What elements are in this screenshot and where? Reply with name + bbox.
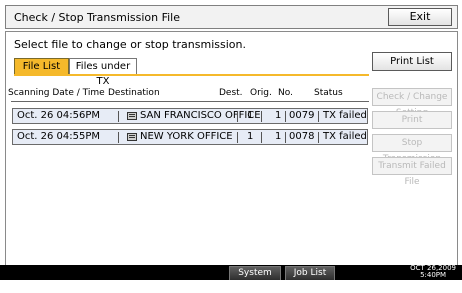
column-separator	[261, 132, 262, 143]
job-list-button[interactable]: Job List	[285, 266, 335, 280]
row-date: Oct. 26 04:56PM	[17, 110, 101, 121]
column-separator	[318, 111, 319, 122]
header-status: Status	[314, 88, 343, 98]
column-separator	[318, 132, 319, 143]
tab-files-under-tx[interactable]: Files under TX	[69, 58, 137, 87]
row-destination: NEW YORK OFFICE	[140, 131, 233, 142]
print-list-button[interactable]: Print List	[372, 52, 452, 71]
stop-transmission-button[interactable]: Stop Transmission	[372, 134, 452, 164]
table-row[interactable]: Oct. 26 04:56PM SAN FRANCISCO OFFICE 1 1…	[12, 108, 368, 124]
header-orig: Orig.	[250, 88, 272, 98]
system-status-button[interactable]: System Status	[229, 266, 281, 291]
row-status: TX failed	[323, 110, 367, 121]
column-separator	[261, 111, 262, 122]
table-row[interactable]: Oct. 26 04:55PM NEW YORK OFFICE 1 1 0078…	[12, 129, 368, 145]
fax-destination-icon	[127, 133, 137, 141]
column-separator	[285, 132, 286, 143]
row-number: 0079	[289, 110, 315, 121]
transmit-failed-file-button[interactable]: Transmit Failed File	[372, 157, 452, 187]
column-separator	[285, 111, 286, 122]
column-separator	[118, 111, 119, 122]
time-text: 5:40PM	[420, 271, 447, 279]
row-status: TX failed	[323, 131, 367, 142]
header-no: No.	[278, 88, 293, 98]
header-scanning-date: Scanning Date / Time	[8, 88, 105, 98]
print-button[interactable]: Print	[372, 111, 452, 129]
row-date: Oct. 26 04:55PM	[17, 131, 101, 142]
date-time-display: OCT 26,2009 5:40PM	[410, 265, 456, 279]
row-dest: 1	[247, 131, 254, 142]
row-number: 0078	[289, 131, 315, 142]
header-destination: Destination	[108, 88, 160, 98]
fax-destination-icon	[127, 112, 137, 120]
header-dest: Dest.	[219, 88, 243, 98]
row-destination: SAN FRANCISCO OFFICE	[140, 110, 261, 121]
tab-underline	[14, 74, 369, 76]
row-orig: 1	[275, 131, 282, 142]
row-dest: 1	[247, 110, 254, 121]
check-change-setting-button[interactable]: Check / Change Setting	[372, 88, 452, 118]
column-separator	[237, 111, 238, 122]
column-separator	[237, 132, 238, 143]
column-separator	[118, 132, 119, 143]
exit-button[interactable]: Exit	[388, 8, 452, 26]
tab-file-list[interactable]: File List	[14, 58, 69, 74]
row-orig: 1	[275, 110, 282, 121]
title-bar: Check / Stop Transmission File Exit	[5, 5, 458, 29]
header-divider	[11, 101, 369, 102]
instruction-text: Select file to change or stop transmissi…	[14, 38, 246, 51]
page-title: Check / Stop Transmission File	[14, 11, 181, 24]
